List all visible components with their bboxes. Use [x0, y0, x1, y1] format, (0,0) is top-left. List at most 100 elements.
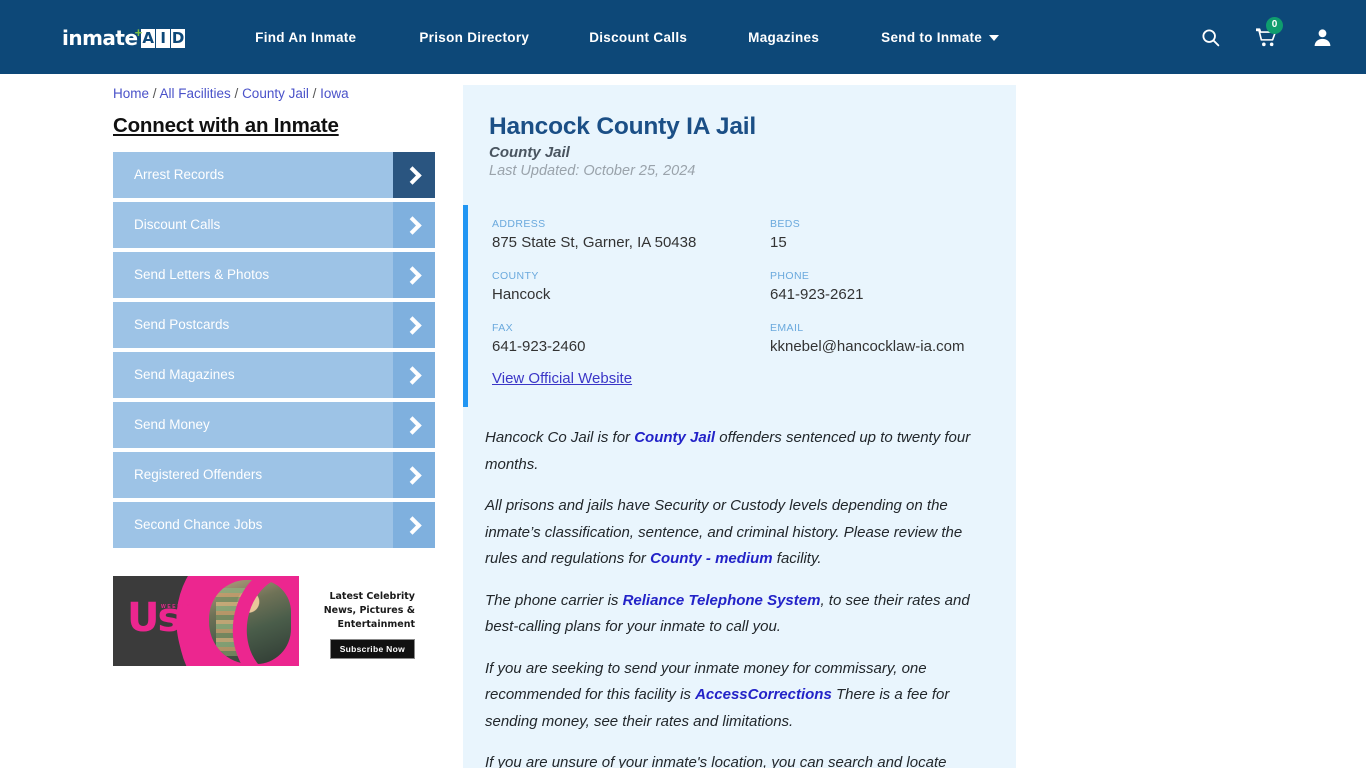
ad-subscribe-button[interactable]: Subscribe Now: [329, 639, 415, 659]
info-value: 641-923-2460: [492, 338, 586, 355]
sidebar-item-arrest-records[interactable]: Arrest Records: [113, 152, 435, 198]
ad-image: Us WEEKLY: [113, 576, 299, 666]
info-value: kknebel@hancocklaw-ia.com: [770, 338, 965, 355]
inline-link[interactable]: County - medium: [650, 550, 773, 567]
facility-info-block: ADDRESS 875 State St, Garner, IA 50438 B…: [463, 205, 1016, 407]
breadcrumb-iowa[interactable]: Iowa: [320, 86, 349, 101]
sidebar-item-label: Send Magazines: [134, 367, 235, 383]
paragraph-text-post: facility.: [772, 550, 822, 567]
main-content: Hancock County IA Jail County Jail Last …: [463, 74, 1016, 768]
breadcrumb-home[interactable]: Home: [113, 86, 149, 101]
nav-find-an-inmate[interactable]: Find An Inmate: [255, 24, 356, 51]
description-paragraph: If you are seeking to send your inmate m…: [485, 656, 990, 736]
logo-letter-a: A: [141, 28, 156, 48]
sidebar-item-send-letters-photos[interactable]: Send Letters & Photos: [113, 252, 435, 298]
logo-aid-blocks: A I D: [141, 28, 186, 48]
facility-description: Hancock Co Jail is for County Jail offen…: [463, 407, 1016, 768]
info-value: 641-923-2621: [770, 286, 864, 303]
info-label: PHONE: [770, 270, 810, 282]
advertisement-banner[interactable]: Us WEEKLY Latest Celebrity News, Picture…: [113, 576, 423, 666]
chevron-right-icon: [393, 452, 435, 498]
chevron-down-icon: [989, 35, 1000, 41]
page-title: Hancock County IA Jail: [489, 113, 756, 140]
description-paragraph: Hancock Co Jail is for County Jail offen…: [485, 425, 990, 478]
logo-letter-d: D: [171, 28, 186, 48]
logo-wordmark: inmate: [62, 26, 138, 50]
sidebar-item-registered-offenders[interactable]: Registered Offenders: [113, 452, 435, 498]
header-actions: 0: [1201, 16, 1344, 47]
description-paragraph: The phone carrier is Reliance Telephone …: [485, 588, 990, 641]
info-field-phone: PHONE 641-923-2621: [770, 270, 990, 304]
view-official-website-link[interactable]: View Official Website: [492, 370, 990, 387]
info-field-address: ADDRESS 875 State St, Garner, IA 50438: [492, 218, 770, 252]
cart-icon[interactable]: 0: [1256, 16, 1283, 47]
nav-prison-directory[interactable]: Prison Directory: [419, 24, 529, 51]
info-label: COUNTY: [492, 270, 539, 282]
nav-send-to-inmate-label: Send to Inmate: [881, 29, 983, 45]
chevron-right-icon: [393, 402, 435, 448]
ad-copy: Latest Celebrity News, Pictures & Entert…: [299, 576, 423, 666]
ad-line-2: News, Pictures &: [323, 605, 415, 616]
ad-line-3: Entertainment: [337, 619, 415, 630]
info-field-email: EMAIL kknebel@hancocklaw-ia.com: [770, 322, 990, 356]
sidebar-item-label: Send Letters & Photos: [134, 267, 270, 283]
info-label: BEDS: [770, 218, 801, 230]
info-value: 875 State St, Garner, IA 50438: [492, 234, 697, 251]
sidebar: Connect with an Inmate Arrest Records Di…: [113, 74, 448, 768]
nav-magazines[interactable]: Magazines: [748, 24, 819, 51]
chevron-right-icon: [393, 502, 435, 548]
inline-link[interactable]: Reliance Telephone System: [623, 592, 821, 609]
paragraph-text-pre: If you are unsure of your inmate's locat…: [485, 754, 947, 768]
nav-discount-calls[interactable]: Discount Calls: [589, 24, 687, 51]
chevron-right-icon: [393, 152, 435, 198]
facility-type: County Jail: [489, 144, 570, 161]
breadcrumb-separator-3: /: [308, 86, 321, 101]
ad-line-1: Latest Celebrity: [329, 591, 415, 602]
sidebar-item-label: Send Money: [134, 417, 210, 433]
info-label: EMAIL: [770, 322, 804, 334]
site-header: inmate + A I D Find An Inmate Prison Dir…: [0, 0, 1366, 74]
sidebar-item-label: Send Postcards: [134, 317, 230, 333]
chevron-right-icon: [393, 202, 435, 248]
info-field-fax: FAX 641-923-2460: [492, 322, 770, 356]
sidebar-heading: Connect with an Inmate: [113, 114, 339, 137]
brand-logo[interactable]: inmate + A I D: [62, 23, 186, 53]
info-value: 15: [770, 234, 787, 251]
breadcrumb-separator-1: /: [149, 86, 160, 101]
logo-letter-i: I: [156, 28, 171, 48]
cart-count-badge: 0: [1266, 16, 1283, 34]
ad-brand-logo-sub: WEEKLY: [161, 604, 192, 610]
sidebar-item-send-money[interactable]: Send Money: [113, 402, 435, 448]
sidebar-item-discount-calls[interactable]: Discount Calls: [113, 202, 435, 248]
inline-link[interactable]: County Jail: [634, 429, 715, 446]
sidebar-item-second-chance-jobs[interactable]: Second Chance Jobs: [113, 502, 435, 548]
description-paragraph: If you are unsure of your inmate's locat…: [485, 750, 990, 768]
info-label: FAX: [492, 322, 514, 334]
description-paragraph: All prisons and jails have Security or C…: [485, 493, 990, 573]
sidebar-item-send-postcards[interactable]: Send Postcards: [113, 302, 435, 348]
chevron-right-icon: [393, 252, 435, 298]
user-account-icon[interactable]: [1313, 28, 1332, 47]
sidebar-item-label: Second Chance Jobs: [134, 517, 263, 533]
paragraph-text-pre: The phone carrier is: [485, 591, 623, 609]
info-value: Hancock: [492, 286, 551, 303]
inline-link[interactable]: AccessCorrections: [695, 686, 832, 703]
sidebar-item-label: Arrest Records: [134, 167, 225, 183]
sidebar-item-label: Registered Offenders: [134, 467, 263, 483]
paragraph-text-pre: Hancock Co Jail is for: [485, 429, 635, 446]
breadcrumb-all-facilities[interactable]: All Facilities: [160, 86, 231, 101]
logo-plus-icon: +: [134, 24, 143, 40]
chevron-right-icon: [393, 302, 435, 348]
info-label: ADDRESS: [492, 218, 546, 230]
sidebar-item-label: Discount Calls: [134, 217, 221, 233]
nav-send-to-inmate[interactable]: Send to Inmate: [881, 24, 1000, 51]
info-field-beds: BEDS 15: [770, 218, 990, 252]
info-field-county: COUNTY Hancock: [492, 270, 770, 304]
main-navigation: Find An Inmate Prison Directory Discount…: [255, 24, 1163, 51]
search-icon[interactable]: [1201, 28, 1220, 47]
breadcrumb-separator-2: /: [230, 86, 243, 101]
chevron-right-icon: [393, 352, 435, 398]
breadcrumb-county-jail[interactable]: County Jail: [242, 86, 309, 101]
sidebar-item-send-magazines[interactable]: Send Magazines: [113, 352, 435, 398]
facility-card-header: Hancock County IA Jail County Jail Last …: [463, 103, 1016, 195]
